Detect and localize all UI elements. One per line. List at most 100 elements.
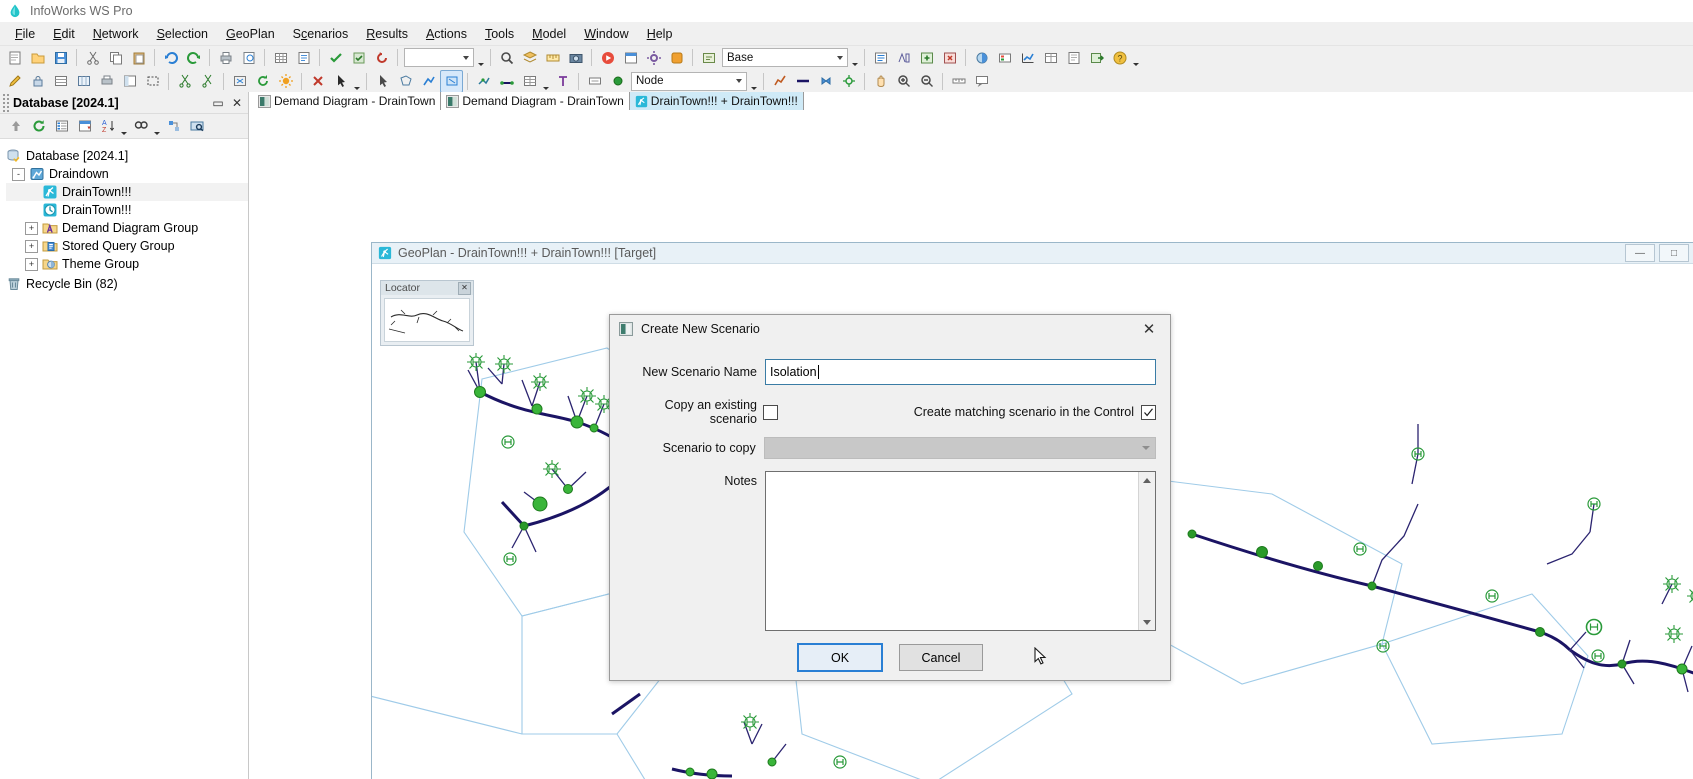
panel-close-icon[interactable]: ✕	[229, 95, 245, 111]
menu-model[interactable]: Model	[523, 24, 575, 44]
copy-existing-scenario-checkbox[interactable]	[763, 404, 778, 420]
tree-expander-plus[interactable]: +	[25, 221, 38, 235]
scenario-new-icon[interactable]	[915, 46, 938, 69]
pipe-icon[interactable]	[791, 70, 814, 93]
select-rect-icon[interactable]	[141, 70, 164, 93]
commit-icon[interactable]	[347, 46, 370, 69]
print-icon[interactable]	[214, 46, 237, 69]
scenario-manager-icon[interactable]	[869, 46, 892, 69]
node-add-icon[interactable]	[472, 70, 495, 93]
help-icon[interactable]: ?	[1108, 46, 1131, 69]
zoom-in-icon[interactable]	[892, 70, 915, 93]
pointer-dropdown[interactable]	[352, 69, 362, 94]
grid-icon-2[interactable]	[72, 70, 95, 93]
run-icon[interactable]	[596, 46, 619, 69]
new-scenario-name-input[interactable]: Isolation	[765, 359, 1156, 385]
grid-view-icon[interactable]	[269, 46, 292, 69]
pointer-arrow-icon[interactable]	[329, 70, 352, 93]
select-line-icon[interactable]	[417, 70, 440, 93]
menu-file[interactable]: File	[6, 24, 44, 44]
menu-selection[interactable]: Selection	[148, 24, 217, 44]
refresh-db-icon[interactable]	[27, 115, 50, 138]
scroll-down-icon[interactable]	[1139, 614, 1155, 630]
expand-tree-icon[interactable]	[162, 115, 185, 138]
menu-geoplan[interactable]: GeoPlan	[217, 24, 284, 44]
table-icon[interactable]	[1039, 46, 1062, 69]
ok-button[interactable]: OK	[797, 643, 883, 672]
find-dropdown[interactable]	[152, 114, 162, 139]
edit-lock-icon[interactable]	[26, 70, 49, 93]
zoom-extents-icon[interactable]	[228, 70, 251, 93]
settings-icon[interactable]	[642, 46, 665, 69]
panel-maximize-icon[interactable]: ▭	[210, 95, 226, 111]
tree-item-stored-query-group[interactable]: + Stored Query Group	[6, 237, 248, 255]
trace-icon[interactable]	[768, 70, 791, 93]
object-combo-dropdown[interactable]	[749, 69, 759, 94]
scenario-compare-icon[interactable]	[892, 46, 915, 69]
redo-icon[interactable]	[182, 46, 205, 69]
scenario-delete-icon[interactable]	[938, 46, 961, 69]
menu-window[interactable]: Window	[575, 24, 637, 44]
hydrant-icon[interactable]	[837, 70, 860, 93]
legend-icon[interactable]	[993, 46, 1016, 69]
sun-icon[interactable]	[274, 70, 297, 93]
menu-actions[interactable]: Actions	[417, 24, 476, 44]
notes-scrollbar[interactable]	[1138, 472, 1155, 630]
copy-icon[interactable]	[104, 46, 127, 69]
object-type-icon[interactable]	[606, 70, 629, 93]
geoplan-minimize-button[interactable]: —	[1625, 244, 1655, 262]
locator-close-icon[interactable]: ✕	[458, 281, 471, 295]
open-icon[interactable]	[26, 46, 49, 69]
menu-results[interactable]: Results	[357, 24, 417, 44]
tab-demand-diagram-2[interactable]: Demand Diagram - DrainTown	[441, 92, 630, 110]
help-dropdown[interactable]	[1131, 45, 1141, 70]
find-db-icon[interactable]	[129, 115, 152, 138]
validate-icon[interactable]	[324, 46, 347, 69]
annotate-icon[interactable]	[970, 70, 993, 93]
tree-expander-minus[interactable]: -	[12, 167, 25, 181]
new-icon[interactable]	[3, 46, 26, 69]
print-preview-icon[interactable]	[237, 46, 260, 69]
export-icon[interactable]	[1085, 46, 1108, 69]
table-dropdown[interactable]	[541, 69, 551, 94]
sort-dropdown[interactable]	[119, 114, 129, 139]
theme-icon[interactable]	[970, 46, 993, 69]
scroll-up-icon[interactable]	[1139, 472, 1155, 488]
valve-icon[interactable]	[814, 70, 837, 93]
snapshot-icon[interactable]	[564, 46, 587, 69]
measure-icon[interactable]	[947, 70, 970, 93]
layout-icon[interactable]	[118, 70, 141, 93]
tab-geoplan-draintown[interactable]: DrainTown!!! + DrainTown!!!	[629, 92, 804, 110]
scenario-base-icon[interactable]	[697, 46, 720, 69]
tree-item-draintown-network[interactable]: DrainTown!!!	[6, 183, 248, 201]
locator-map[interactable]	[384, 298, 470, 342]
copy2-icon[interactable]	[196, 70, 219, 93]
tab-demand-diagram-1[interactable]: Demand Diagram - DrainTown	[253, 92, 442, 110]
scenario-combo[interactable]: Base	[722, 48, 848, 67]
plugin-icon[interactable]	[665, 46, 688, 69]
menu-help[interactable]: Help	[638, 24, 682, 44]
sort-az-icon[interactable]: AZ	[96, 115, 119, 138]
zoom-out-icon[interactable]	[915, 70, 938, 93]
revert-icon[interactable]	[370, 46, 393, 69]
blank-combo[interactable]	[404, 48, 474, 67]
cut-icon[interactable]	[81, 46, 104, 69]
tree-item-recycle-bin[interactable]: Recycle Bin (82)	[6, 275, 248, 293]
tree-expander-plus[interactable]: +	[25, 257, 38, 271]
search-db-icon[interactable]	[185, 115, 208, 138]
notes-textarea[interactable]	[765, 471, 1156, 631]
graph-icon[interactable]	[1016, 46, 1039, 69]
menu-network[interactable]: Network	[84, 24, 148, 44]
save-icon[interactable]	[49, 46, 72, 69]
blank-combo-dropdown[interactable]	[476, 45, 486, 70]
tree-item-draintown-run[interactable]: DrainTown!!!	[6, 201, 248, 219]
cut2-icon[interactable]	[173, 70, 196, 93]
ruler-icon[interactable]	[541, 46, 564, 69]
scenario-combo-dropdown[interactable]	[850, 45, 860, 70]
sort-grid-icon[interactable]	[73, 115, 96, 138]
panel-grip-icon[interactable]	[3, 93, 10, 112]
paste-icon[interactable]	[127, 46, 150, 69]
pan-hand-icon[interactable]	[869, 70, 892, 93]
network-table-icon[interactable]	[49, 70, 72, 93]
geoplan-maximize-button[interactable]: □	[1659, 244, 1689, 262]
